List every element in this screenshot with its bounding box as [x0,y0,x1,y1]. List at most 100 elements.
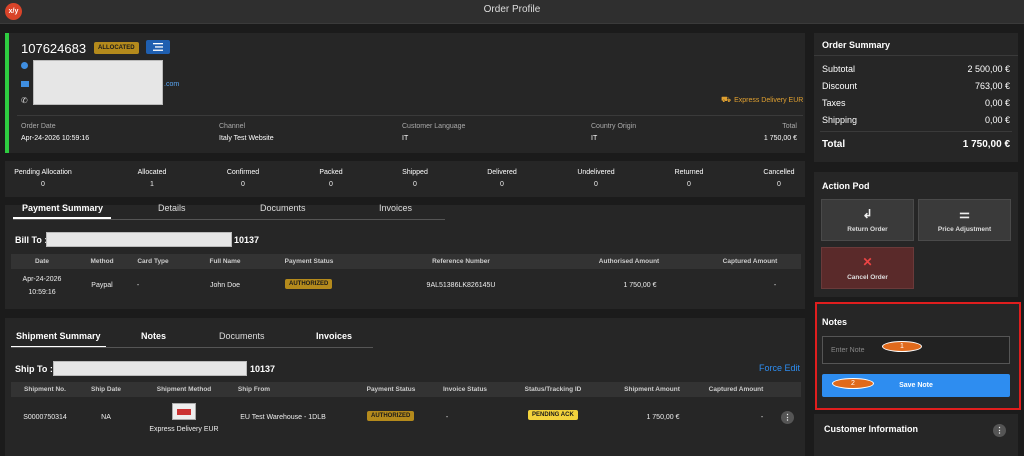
note-input-placeholder: Enter Note [831,347,865,354]
status-count: 0 [241,181,245,188]
summary-row-subtotal: Subtotal 2 500,00 € [822,64,1010,74]
payment-time: 10:59:16 [28,289,56,296]
summary-value: 763,00 € [974,81,1010,91]
info-value-channel: Italy Test Website [219,135,274,142]
bill-to-label: Bill To : [15,235,48,245]
shipment-amount: 1 750,00 € [646,414,680,421]
tab-shipment-notes[interactable]: Notes [141,331,166,341]
col-shipment-method: Shipment Method [156,386,212,393]
summary-row-taxes: Taxes 0,00 € [822,98,1010,108]
summary-row-total: Total 1 750,00 € [822,139,1010,150]
order-summary-title: Order Summary [822,40,891,50]
info-label-language: Customer Language [402,123,466,130]
payment-card-type: - [136,282,140,289]
status-count: 0 [413,181,417,188]
payment-authorised-amount: 1 750,00 € [623,282,657,289]
customer-info-card [814,414,1018,456]
cancel-order-label: Cancel Order [847,274,888,281]
col-card-type: Card Type [137,258,169,265]
shipment-invoice-status: - [445,414,449,421]
delivery-method-label: Express Delivery EUR [734,96,804,104]
info-label-order-date: Order Date [21,123,56,130]
payment-summary-card: Payment Summary Details Documents Invoic… [5,203,805,309]
summary-value: 0,00 € [984,115,1010,125]
tab-shipment-summary[interactable]: Shipment Summary [16,331,101,341]
annotation-marker-2: 2 [832,378,874,389]
col-date: Date [34,258,50,265]
cancel-order-button[interactable]: ✕ Cancel Order [821,247,914,289]
summary-label: Shipping [822,115,858,125]
shipment-number[interactable]: S0000750314 [23,414,67,421]
order-menu-icon[interactable] [146,40,170,54]
tab-payment-documents[interactable]: Documents [260,203,306,213]
payment-full-name: John Doe [210,282,240,289]
payment-method: Paypal [91,282,113,289]
summary-label: Subtotal [822,64,856,74]
shipment-method: Express Delivery EUR [149,426,219,433]
col-shipment-amount: Shipment Amount [624,386,680,393]
info-value-total: 1 750,00 € [763,135,797,142]
col-tracking-id: Status/Tracking ID [524,386,582,393]
carrier-logo-icon [177,408,191,415]
summary-value: 2 500,00 € [967,64,1010,74]
close-icon: ✕ [862,255,873,269]
summary-total-label: Total [822,139,846,150]
info-value-order-date: Apr-24-2026 10:59:16 [21,135,90,142]
return-order-button[interactable]: ↲ Return Order [821,199,914,241]
tab-payment-details[interactable]: Details [158,203,186,213]
status-count: 0 [500,181,504,188]
order-header-card: 107624683 ALLOCATED ✆ .com ⛟ Express Del… [5,33,805,153]
order-profile-page: x/y Order Profile 107624683 ALLOCATED ✆ … [0,0,1024,456]
status-label: Shipped [402,169,428,176]
delivery-method: ⛟ Express Delivery EUR [721,95,803,105]
tab-payment-invoices[interactable]: Invoices [379,203,412,213]
info-value-country: IT [591,135,598,142]
payment-reference: 9AL51386LK826145U [426,282,496,289]
summary-label: Discount [822,81,858,91]
status-label: Packed [319,169,343,176]
ship-to-redacted [53,361,247,376]
sliders-icon: ⚌ [959,207,970,221]
price-adjustment-button[interactable]: ⚌ Price Adjustment [918,199,1011,241]
payment-table-header [11,254,801,269]
ship-to-label: Ship To : [15,364,53,374]
page-title: Order Profile [483,4,541,15]
phone-icon: ✆ [21,96,28,105]
shipment-payment-status-badge: AUTHORIZED [367,411,415,421]
force-edit-link[interactable]: Force Edit [759,363,800,373]
email-suffix[interactable]: .com [164,81,179,88]
ship-to-suffix: 10137 [250,364,276,374]
payment-date: Apr-24-2026 [22,276,62,283]
truck-icon: ⛟ [721,95,732,104]
shipment-from: EU Test Warehouse - 1DLB [240,414,326,421]
status-counts-bar: Pending Allocation 0 Allocated 1 Confirm… [5,161,805,197]
shipment-date: NA [101,414,111,421]
price-adjustment-label: Price Adjustment [937,226,992,233]
info-label-total: Total [782,123,797,130]
status-label: Cancelled [763,169,795,176]
notes-title: Notes [822,317,848,327]
tab-shipment-documents[interactable]: Documents [219,331,265,341]
tab-shipment-invoices[interactable]: Invoices [316,331,352,341]
col-ship-date: Ship Date [91,386,121,393]
bill-to-suffix: 10137 [234,235,260,245]
action-pod-title: Action Pod [822,181,870,191]
shipment-captured: - [760,414,764,421]
col-captured-amount: Captured Amount [722,258,778,265]
app-top-bar: x/y Order Profile [0,0,1024,24]
payment-captured-amount: - [773,282,777,289]
save-note-label: Save Note [899,382,933,389]
summary-label: Taxes [822,98,846,108]
customer-more-icon[interactable]: ⋮ [993,424,1006,437]
return-arrow-icon: ↲ [862,207,873,221]
customer-contact-redacted [33,60,163,105]
summary-row-discount: Discount 763,00 € [822,81,1010,91]
return-order-label: Return Order [847,226,888,233]
status-label: Pending Allocation [14,169,72,176]
col-invoice-status: Invoice Status [442,386,488,393]
status-count: 0 [329,181,333,188]
shipment-more-icon[interactable]: ⋮ [781,411,794,424]
tab-payment-summary[interactable]: Payment Summary [22,203,103,213]
summary-total-value: 1 750,00 € [962,139,1010,150]
status-count: 0 [777,181,781,188]
